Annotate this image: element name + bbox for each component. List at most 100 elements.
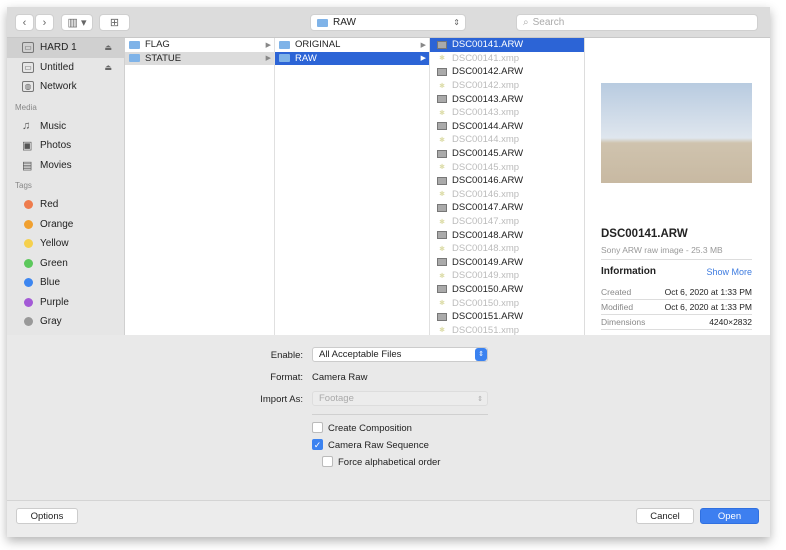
file-row[interactable]: ✱ DSC00147.xmp xyxy=(430,215,584,229)
xmp-file-icon: ✱ xyxy=(439,218,445,226)
view-mode-button[interactable]: ▥ ▾ xyxy=(61,14,93,31)
chevron-right-icon: ▶ xyxy=(420,55,426,63)
preview-filename: DSC00141.ARW xyxy=(601,228,688,240)
file-row[interactable]: DSC00144.ARW xyxy=(430,120,584,134)
file-name: DSC00147.xmp xyxy=(452,216,520,228)
folder-name: RAW xyxy=(295,52,317,64)
info-value: 4240×2832 xyxy=(709,317,752,327)
file-row[interactable]: ✱ DSC00145.xmp xyxy=(430,160,584,174)
file-row[interactable]: ✱ DSC00146.xmp xyxy=(430,188,584,202)
sidebar: ▭ HARD 1 ⏏ ▭ Untitled ⏏ ◍ Network Media ♫ Music ▣ Ph… xyxy=(7,38,125,335)
file-name: DSC00146.xmp xyxy=(452,188,520,200)
folder-row[interactable]: STATUE ▶ xyxy=(125,51,274,66)
camera-raw-sequence-checkbox[interactable]: ✓ xyxy=(312,439,323,450)
file-row[interactable]: DSC00142.ARW xyxy=(430,65,584,79)
sidebar-item-network[interactable]: ◍ Network xyxy=(7,77,124,97)
show-more-link[interactable]: Show More xyxy=(706,267,752,277)
force-alphabetical-label: Force alphabetical order xyxy=(338,457,441,468)
image-file-icon xyxy=(437,312,447,321)
preview-image xyxy=(601,83,752,183)
sidebar-item-label: Green xyxy=(40,257,68,269)
eject-icon[interactable]: ⏏ xyxy=(104,63,112,72)
sidebar-tag-orange[interactable]: Orange xyxy=(7,215,124,235)
file-row[interactable]: DSC00148.ARW xyxy=(430,228,584,242)
file-row[interactable]: DSC00147.ARW xyxy=(430,201,584,215)
chevron-updown-icon: ⇕ xyxy=(475,348,487,361)
file-row[interactable]: ✱ DSC00150.xmp xyxy=(430,296,584,310)
folder-row[interactable]: ORIGINAL ▶ xyxy=(275,38,429,52)
folder-icon xyxy=(129,54,140,63)
new-folder-button[interactable]: ⊞ xyxy=(99,14,130,31)
sidebar-tag-green[interactable]: Green xyxy=(7,254,124,274)
sidebar-tag-yellow[interactable]: Yellow xyxy=(7,234,124,254)
folder-row[interactable]: FLAG ▶ xyxy=(125,38,274,52)
import-as-select[interactable]: Footage ⇕ xyxy=(312,391,488,406)
folder-row[interactable]: RAW ▶ xyxy=(275,51,429,66)
file-name: DSC00145.xmp xyxy=(452,161,520,173)
sidebar-item-label: Gray xyxy=(40,316,62,328)
drive-icon: ▭ xyxy=(22,42,34,54)
sidebar-tag-gray[interactable]: Gray xyxy=(7,312,124,332)
format-label: Format: xyxy=(270,372,303,383)
sidebar-item-untitled[interactable]: ▭ Untitled ⏏ xyxy=(7,58,124,78)
open-button[interactable]: Open xyxy=(700,508,759,524)
file-row[interactable]: DSC00141.ARW xyxy=(430,38,584,52)
sidebar-tag-purple[interactable]: Purple xyxy=(7,293,124,313)
sidebar-item-music[interactable]: ♫ Music xyxy=(7,117,124,137)
file-name: DSC00143.ARW xyxy=(452,93,524,105)
path-selector[interactable]: RAW ⇕ xyxy=(310,14,466,31)
forward-button[interactable]: › xyxy=(35,14,54,31)
file-name: DSC00147.ARW xyxy=(452,202,524,214)
image-file-icon xyxy=(437,285,447,294)
sidebar-item-label: Untitled xyxy=(40,61,74,73)
sidebar-tag-blue[interactable]: Blue xyxy=(7,273,124,293)
xmp-file-icon: ✱ xyxy=(439,245,445,253)
enable-value: All Acceptable Files xyxy=(319,349,402,360)
force-alphabetical-checkbox[interactable] xyxy=(322,456,333,467)
image-file-icon xyxy=(437,231,447,240)
sidebar-item-hard-1[interactable]: ▭ HARD 1 ⏏ xyxy=(7,38,124,58)
file-name: DSC00149.ARW xyxy=(452,256,524,268)
enable-select[interactable]: All Acceptable Files ⇕ xyxy=(312,347,488,362)
sidebar-item-label: HARD 1 xyxy=(40,42,77,54)
tag-color-dot xyxy=(24,200,33,210)
info-heading: Information xyxy=(601,266,656,277)
chevron-right-icon: ▶ xyxy=(265,55,271,63)
folder-name: STATUE xyxy=(145,52,182,64)
drive-icon: ▭ xyxy=(22,61,34,73)
back-button[interactable]: ‹ xyxy=(15,14,34,31)
file-row[interactable]: DSC00150.ARW xyxy=(430,283,584,297)
image-file-icon xyxy=(437,203,447,212)
search-input[interactable]: ⌕ Search xyxy=(516,14,758,31)
search-icon: ⌕ xyxy=(523,17,529,28)
folder-name: ORIGINAL xyxy=(295,39,341,51)
file-row[interactable]: DSC00145.ARW xyxy=(430,147,584,161)
file-row[interactable]: ✱ DSC00148.xmp xyxy=(430,242,584,256)
file-row[interactable]: ✱ DSC00141.xmp xyxy=(430,52,584,66)
file-row[interactable]: DSC00143.ARW xyxy=(430,92,584,106)
file-row[interactable]: ✱ DSC00144.xmp xyxy=(430,133,584,147)
file-row[interactable]: DSC00146.ARW xyxy=(430,174,584,188)
file-row[interactable]: DSC00149.ARW xyxy=(430,256,584,270)
sidebar-item-label: Blue xyxy=(40,277,61,289)
cancel-button[interactable]: Cancel xyxy=(636,508,694,524)
sidebar-item-movies[interactable]: ▤ Movies xyxy=(7,156,124,176)
options-button[interactable]: Options xyxy=(16,508,78,524)
eject-icon[interactable]: ⏏ xyxy=(104,43,112,52)
file-row[interactable]: DSC00151.ARW xyxy=(430,310,584,324)
file-row[interactable]: ✱ DSC00143.xmp xyxy=(430,106,584,120)
folder-icon xyxy=(129,40,140,49)
sidebar-item-label: Orange xyxy=(40,218,74,230)
sidebar-item-photos[interactable]: ▣ Photos xyxy=(7,136,124,156)
sidebar-item-label: Photos xyxy=(40,140,72,152)
file-row[interactable]: ✱ DSC00149.xmp xyxy=(430,269,584,283)
create-composition-checkbox[interactable] xyxy=(312,422,323,433)
info-label: Modified xyxy=(601,302,634,312)
sidebar-tag-red[interactable]: Red xyxy=(7,195,124,215)
xmp-file-icon: ✱ xyxy=(439,191,445,199)
file-row[interactable]: ✱ DSC00142.xmp xyxy=(430,79,584,93)
footer: Options Cancel Open xyxy=(7,500,770,537)
sidebar-item-label: Red xyxy=(40,199,59,211)
divider xyxy=(312,414,488,415)
file-row[interactable]: ✱ DSC00151.xmp xyxy=(430,323,584,335)
